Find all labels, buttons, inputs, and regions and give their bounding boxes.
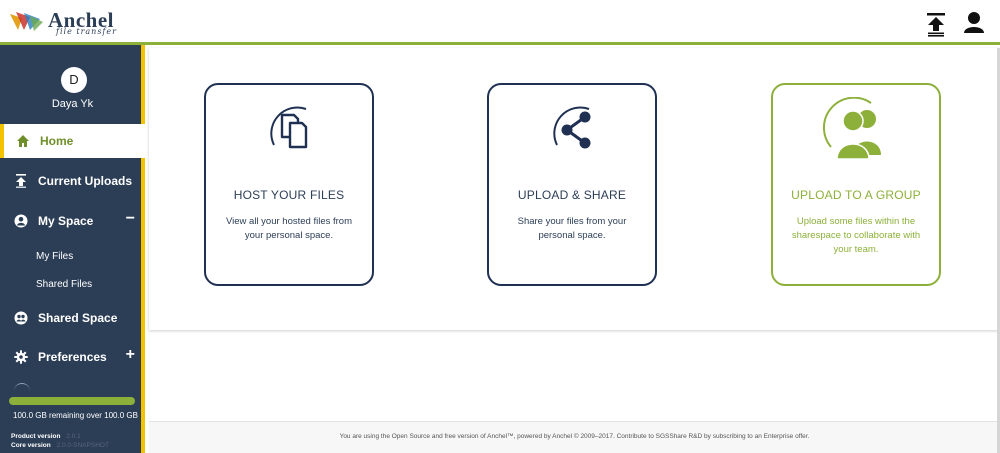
product-version: Product version 2.0.1 — [11, 433, 81, 440]
avatar[interactable]: D — [61, 67, 87, 93]
user-circle-icon — [14, 214, 28, 228]
main-content: HOST YOUR FILES View all your hosted fil… — [149, 48, 1000, 330]
logo-tagline: file transfer — [56, 27, 117, 36]
card-title: UPLOAD TO A GROUP — [791, 188, 921, 202]
top-header: Anchel file transfer — [0, 0, 1000, 45]
content-area — [149, 333, 1000, 421]
app-logo[interactable]: Anchel file transfer — [8, 6, 138, 38]
sidebar-item-current-uploads[interactable]: Current Uploads — [0, 164, 145, 198]
product-version-label: Product version — [11, 433, 61, 440]
username: Daya Yk — [51, 98, 94, 110]
card-title: UPLOAD & SHARE — [517, 188, 627, 202]
sidebar-item-label: Preferences — [38, 350, 107, 364]
sidebar-item-label: Current Uploads — [38, 174, 133, 188]
host-files-card[interactable]: HOST YOUR FILES View all your hosted fil… — [204, 83, 374, 286]
sidebar-item-home[interactable]: Home — [0, 124, 145, 158]
upload-group-card[interactable]: UPLOAD TO A GROUP Upload some files with… — [771, 83, 941, 286]
collapse-toggle[interactable]: − — [126, 210, 135, 228]
user-icon[interactable] — [963, 11, 985, 37]
upload-share-card[interactable]: UPLOAD & SHARE Share your files from you… — [487, 83, 657, 286]
card-description: Share your files from your personal spac… — [517, 216, 627, 241]
card-description: Upload some files within the sharespace … — [791, 216, 921, 255]
logo-mark-icon — [10, 12, 43, 31]
core-version-value: 2.0.0-SNAPSHOT — [56, 442, 109, 449]
files-icon — [262, 101, 320, 159]
footer-text: You are using the Open Source and free v… — [339, 433, 810, 440]
group-icon — [823, 96, 889, 160]
sidebar-item-label: Home — [40, 134, 74, 148]
sidebar: D Daya Yk Home Current Uploads My Space … — [0, 45, 145, 453]
group-icon — [14, 311, 28, 325]
card-description: View all your hosted files from your per… — [225, 216, 353, 241]
sidebar-item-label: My Space — [38, 214, 94, 228]
sidebar-item-shared-space[interactable]: Shared Space — [0, 301, 145, 335]
sidebar-subitem-shared-files[interactable]: Shared Files — [36, 279, 92, 290]
expand-toggle[interactable]: + — [126, 346, 135, 364]
core-version: Core version 2.0.0-SNAPSHOT — [11, 442, 109, 449]
sidebar-item-label: Shared Space — [38, 311, 118, 325]
home-icon — [17, 135, 29, 147]
user-profile: D Daya Yk — [0, 45, 145, 123]
upload-icon — [16, 174, 26, 188]
sidebar-item-preferences[interactable]: Preferences + — [0, 340, 145, 374]
core-version-label: Core version — [11, 442, 51, 449]
upload-icon[interactable] — [925, 11, 947, 37]
sidebar-item-my-space[interactable]: My Space − — [0, 204, 145, 238]
storage-progress-bar — [9, 397, 135, 405]
sidebar-subitem-my-files[interactable]: My Files — [36, 251, 73, 262]
share-icon — [545, 101, 603, 159]
product-version-value: 2.0.1 — [66, 433, 81, 440]
footer: You are using the Open Source and free v… — [149, 421, 1000, 453]
storage-text: 100.0 GB remaining over 100.0 GB — [13, 411, 138, 420]
divider — [14, 383, 30, 391]
gear-icon — [14, 350, 28, 364]
card-title: HOST YOUR FILES — [233, 188, 345, 202]
